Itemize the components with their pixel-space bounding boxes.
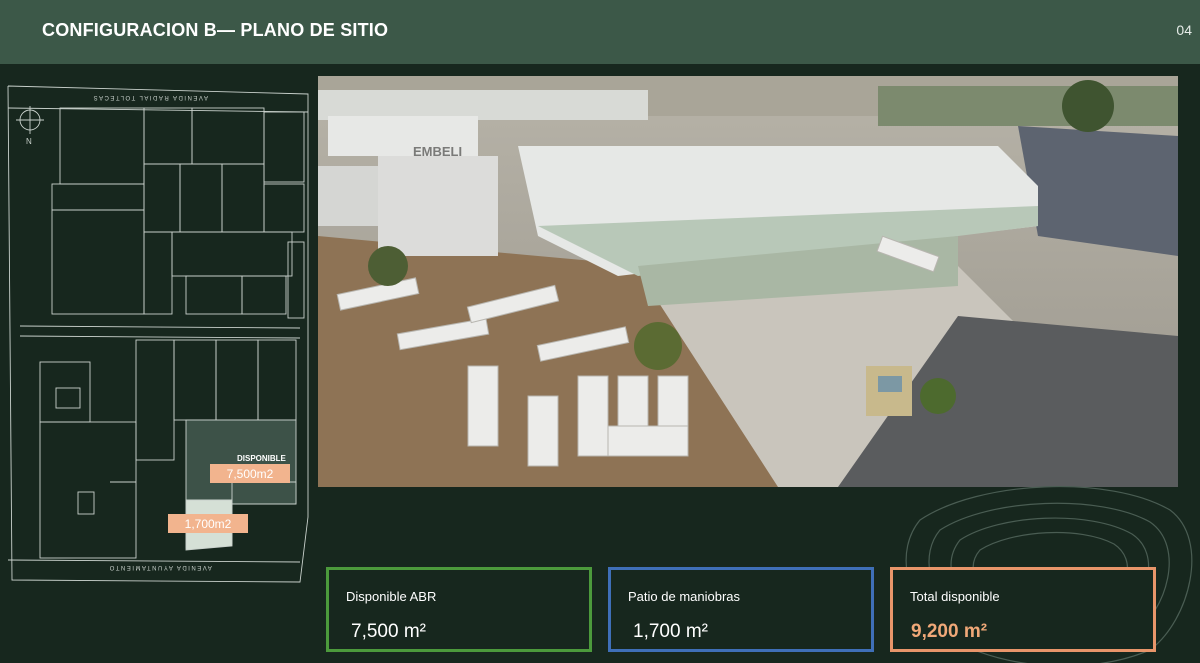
card-label: Patio de maniobras — [628, 589, 741, 604]
street-label-bottom: AVENIDA AYUNTAMIENTO — [108, 564, 212, 570]
available-label: DISPONIBLE — [237, 454, 287, 463]
card-total-disponible: Total disponible 9,200 m² — [890, 567, 1156, 652]
aerial-photo: EMBELI — [318, 76, 1178, 487]
card-value: 9,200 m² — [911, 621, 988, 642]
area-tag-yard-text: 1,700m2 — [185, 517, 232, 531]
site-plan-map: AVENIDA RADIAL TOLTECAS AVENIDA AYUNTAMI… — [7, 85, 309, 583]
north-label: N — [26, 137, 32, 146]
card-disponible-abr: Disponible ABR 7,500 m² — [326, 567, 592, 652]
street-label-top: AVENIDA RADIAL TOLTECAS — [92, 94, 208, 100]
page-title: CONFIGURACION B— PLANO DE SITIO — [42, 20, 389, 40]
card-value: 1,700 m² — [633, 621, 708, 642]
card-label: Disponible ABR — [346, 589, 437, 604]
card-label: Total disponible — [910, 589, 1000, 604]
area-tag-building-text: 7,500m2 — [227, 467, 274, 481]
header-bar: CONFIGURACION B— PLANO DE SITIO 04 — [0, 0, 1200, 64]
page-number: 04 — [1176, 22, 1192, 38]
photo-sign-text: EMBELI — [413, 144, 462, 159]
card-value: 7,500 m² — [351, 621, 426, 642]
card-patio-de-maniobras: Patio de maniobras 1,700 m² — [608, 567, 874, 652]
aerial-photo-illustration: EMBELI — [318, 76, 1178, 487]
